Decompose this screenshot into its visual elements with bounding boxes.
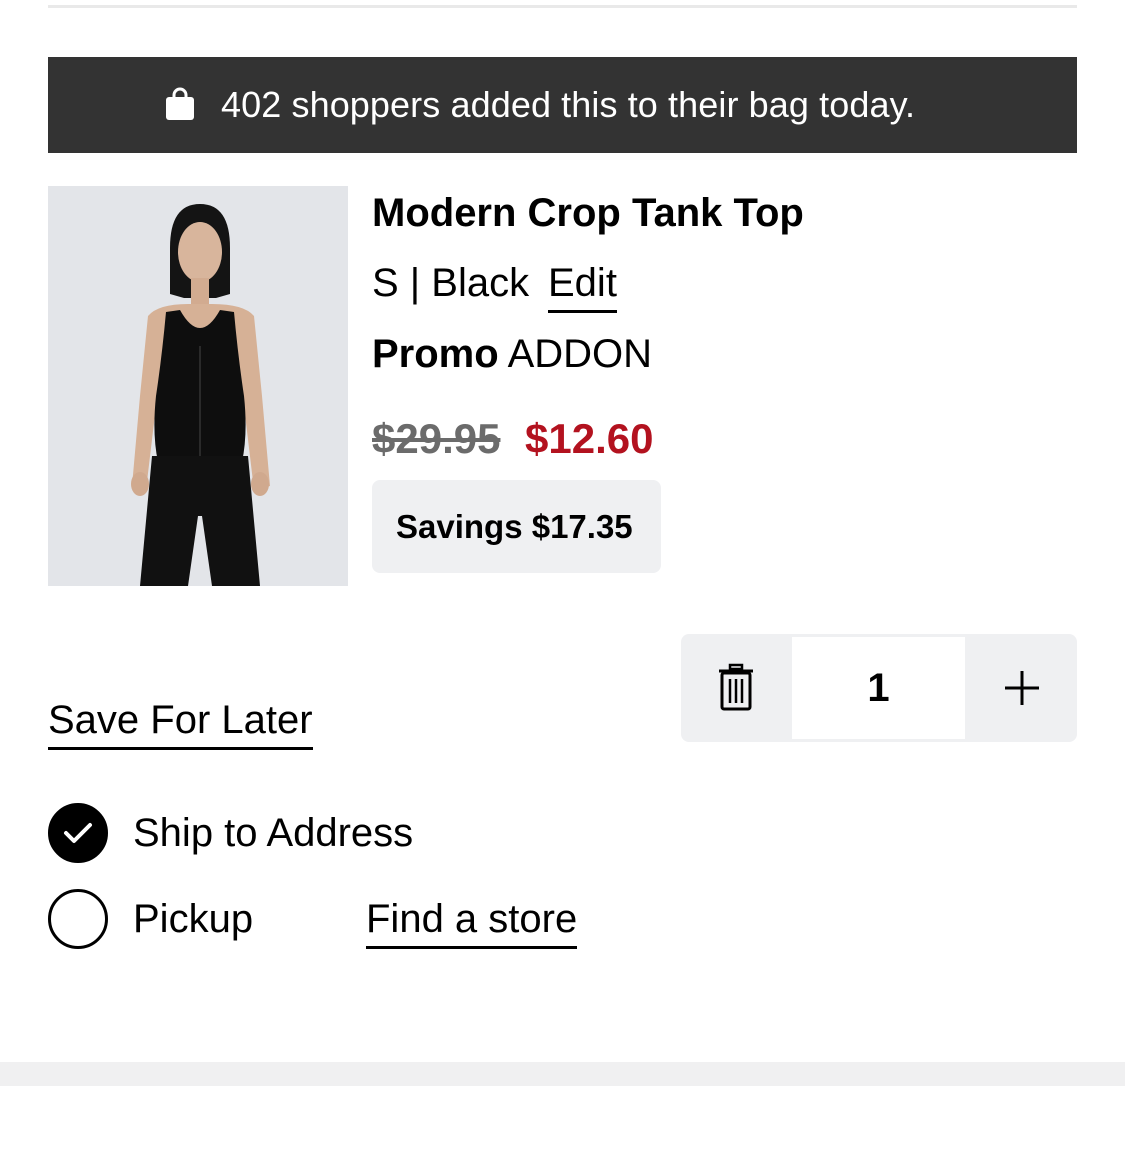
original-price: $29.95	[372, 415, 501, 462]
top-divider	[48, 5, 1077, 8]
ship-radio[interactable]	[48, 803, 108, 863]
quantity-stepper: 1	[681, 634, 1077, 742]
checkmark-icon	[64, 823, 92, 843]
product-title[interactable]: Modern Crop Tank Top	[372, 188, 804, 238]
edit-link[interactable]: Edit	[548, 258, 617, 313]
product-image[interactable]	[48, 186, 348, 586]
social-proof-banner: 402 shoppers added this to their bag tod…	[48, 57, 1077, 153]
ship-to-address-option[interactable]: Ship to Address	[48, 803, 413, 863]
trash-icon	[719, 663, 753, 711]
product-photo	[48, 186, 348, 586]
promo-code: ADDON	[507, 332, 653, 376]
product-variant: S | Black	[372, 261, 530, 305]
pickup-option[interactable]: Pickup Find a store	[48, 889, 578, 949]
remove-item-button[interactable]	[681, 634, 791, 742]
ship-label: Ship to Address	[133, 811, 414, 855]
banner-text: 402 shoppers added this to their bag tod…	[221, 84, 916, 125]
savings-badge: Savings $17.35	[372, 480, 661, 573]
plus-icon	[1004, 671, 1039, 705]
increase-quantity-button[interactable]	[966, 634, 1077, 742]
find-store-link[interactable]: Find a store	[366, 894, 578, 949]
promo-line: Promo ADDON	[372, 329, 652, 379]
shopping-bag-icon	[166, 87, 194, 120]
promo-label: Promo	[372, 332, 499, 376]
pickup-text: Pickup	[133, 897, 254, 941]
pickup-radio[interactable]	[48, 889, 108, 949]
save-for-later-link[interactable]: Save For Later	[48, 695, 313, 750]
pickup-label: Pickup Find a store	[133, 889, 578, 949]
sale-price: $12.60	[525, 415, 654, 462]
section-separator	[0, 1062, 1125, 1086]
quantity-value[interactable]: 1	[792, 637, 965, 739]
